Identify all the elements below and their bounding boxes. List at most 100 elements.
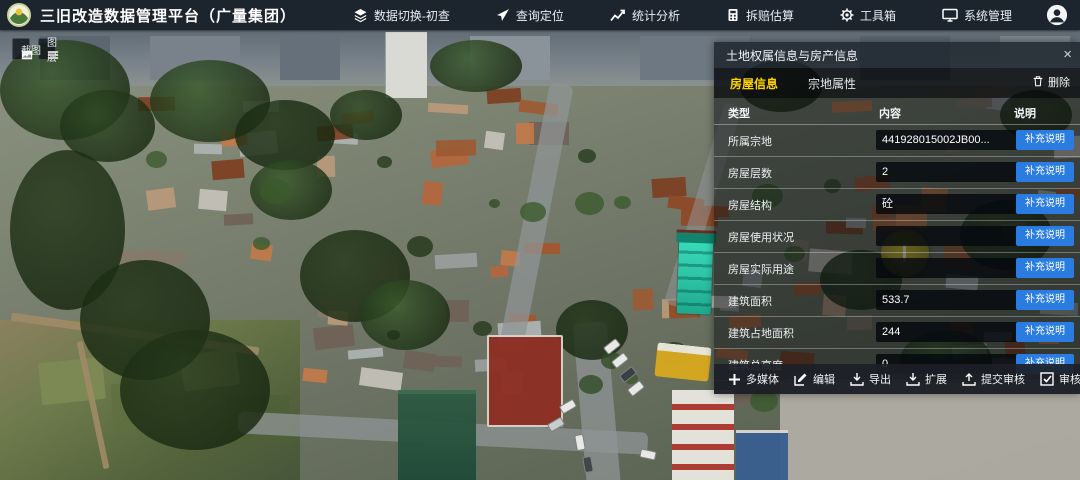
nav-item-stats[interactable]: 统计分析	[610, 7, 680, 24]
roof-decor	[302, 368, 327, 383]
roof-decor	[516, 123, 534, 144]
nav-label: 系统管理	[964, 7, 1012, 24]
attribute-value-input[interactable]: 244	[876, 322, 1024, 342]
app-logo-icon	[7, 3, 31, 27]
nav-item-locate[interactable]: 查询定位	[496, 7, 564, 24]
roof-decor	[436, 139, 476, 156]
table-row: 所属宗地 441928015002JB00... 补充说明	[714, 125, 1080, 157]
supplement-button[interactable]: 补充说明	[1016, 226, 1074, 246]
table-row: 房屋使用状况 补充说明	[714, 221, 1080, 253]
top-navigation-bar: 三旧改造数据管理平台（广量集团） 数据切换-初查 查询定位 统计分析 拆赔估算 …	[0, 0, 1080, 30]
tree-decor	[146, 151, 167, 168]
supplement-button[interactable]: 补充说明	[1016, 130, 1074, 150]
column-type: 类型	[728, 105, 750, 121]
screenshot-button[interactable]: 截图	[12, 38, 30, 60]
delete-button[interactable]: 删除	[1032, 74, 1070, 90]
toolbar-label: 扩展	[925, 371, 947, 387]
export-icon	[850, 372, 864, 386]
attribute-label: 房屋层数	[728, 165, 772, 181]
tree-decor	[120, 330, 270, 450]
supplement-button[interactable]: 补充说明	[1016, 290, 1074, 310]
tree-decor	[377, 156, 392, 168]
tree-decor	[556, 300, 628, 360]
attribute-value-input[interactable]: 533.7	[876, 290, 1024, 310]
selected-building-highlight[interactable]	[677, 237, 714, 314]
map-building	[280, 36, 340, 80]
toolbar-expand-button[interactable]: 扩展	[906, 371, 947, 387]
toolbar-edit-button[interactable]: 编辑	[794, 371, 835, 387]
trash-icon	[1032, 75, 1044, 90]
table-row: 房屋层数 2 补充说明	[714, 157, 1080, 189]
roof-decor	[198, 189, 228, 211]
tree-decor	[520, 202, 546, 222]
toolbar-export-button[interactable]: 导出	[850, 371, 891, 387]
roof-decor	[224, 213, 254, 226]
review-icon	[1040, 372, 1054, 386]
submit-icon	[962, 372, 976, 386]
table-row: 房屋实际用途 补充说明	[714, 253, 1080, 285]
table-row: 房屋结构 砼 补充说明	[714, 189, 1080, 221]
attribute-value-input[interactable]: 2	[876, 162, 1024, 182]
roof-decor	[428, 103, 468, 114]
supplement-button[interactable]: 补充说明	[1016, 258, 1074, 278]
selected-building-roof	[676, 229, 716, 243]
tree-decor	[575, 192, 604, 215]
panel-toolbar: 多媒体 编辑 导出 扩展 提交审核 审核意见	[714, 364, 1080, 394]
nav-label: 工具箱	[860, 7, 896, 24]
roof-decor	[491, 265, 509, 277]
parked-car	[639, 448, 657, 460]
toolbar-submit-review-button[interactable]: 提交审核	[962, 371, 1025, 387]
supplement-button[interactable]: 补充说明	[1016, 194, 1074, 214]
roof-decor	[194, 144, 222, 155]
nav-item-demolition[interactable]: 拆赔估算	[726, 7, 794, 24]
nav-item-system[interactable]: 系统管理	[942, 7, 1012, 24]
map-white-tower	[385, 32, 427, 98]
attribute-label: 建筑面积	[728, 293, 772, 309]
table-header: 类型 内容 说明	[714, 98, 1080, 125]
close-icon[interactable]: ×	[1063, 45, 1072, 65]
blue-roof-structure	[736, 430, 788, 480]
plus-icon	[728, 373, 741, 386]
attribute-rows: 所属宗地 441928015002JB00... 补充说明 房屋层数 2 补充说…	[714, 125, 1080, 381]
roof-decor	[403, 350, 436, 372]
toolbar-label: 多媒体	[746, 371, 779, 387]
roof-decor	[348, 347, 384, 359]
attribute-value-input[interactable]	[876, 226, 1024, 246]
layers-icon	[353, 8, 368, 23]
toolbar-label: 导出	[869, 371, 891, 387]
calc-icon	[726, 8, 740, 22]
tree-decor	[260, 179, 291, 204]
attribute-label: 房屋实际用途	[728, 261, 794, 277]
supplement-button[interactable]: 补充说明	[1016, 322, 1074, 342]
tab-house-info[interactable]: 房屋信息	[728, 72, 780, 95]
tree-decor	[489, 199, 500, 208]
tree-decor	[253, 237, 270, 250]
nav-label: 数据切换-初查	[374, 7, 450, 24]
tree-decor	[473, 321, 492, 336]
roof-decor	[146, 187, 176, 210]
map-controls: 截图 图层	[12, 38, 56, 60]
toolbar-review-opinion-button[interactable]: 审核意见	[1040, 371, 1080, 387]
roof-decor	[435, 253, 478, 269]
white-red-building	[672, 390, 734, 480]
attribute-value-input[interactable]: 砼	[876, 194, 1024, 214]
nav-item-toolbox[interactable]: 工具箱	[840, 7, 896, 24]
column-desc: 说明	[1014, 105, 1036, 121]
tree-decor	[430, 40, 522, 92]
supplement-button[interactable]: 补充说明	[1016, 162, 1074, 182]
panel-tabbar: 房屋信息 宗地属性 删除	[714, 68, 1080, 98]
toolbar-multimedia-button[interactable]: 多媒体	[728, 371, 779, 387]
attribute-value-input[interactable]	[876, 258, 1024, 278]
roof-decor	[313, 324, 355, 350]
farm-plot	[38, 357, 106, 405]
info-panel: 土地权属信息与房产信息 × 房屋信息宗地属性 删除 类型 内容 说明 所属宗地 …	[714, 42, 1080, 394]
user-avatar-icon[interactable]	[1046, 4, 1068, 26]
tab-parcel-attrs[interactable]: 宗地属性	[806, 72, 858, 95]
tree-decor	[579, 375, 603, 394]
attribute-value-input[interactable]: 441928015002JB00...	[876, 130, 1024, 150]
roof-decor	[211, 159, 244, 181]
main-nav: 数据切换-初查 查询定位 统计分析 拆赔估算 工具箱 系统管理	[353, 7, 1012, 24]
nav-item-data-switch[interactable]: 数据切换-初查	[353, 7, 450, 24]
screenshot-label: 截图	[21, 42, 41, 57]
table-row: 建筑面积 533.7 补充说明	[714, 285, 1080, 317]
